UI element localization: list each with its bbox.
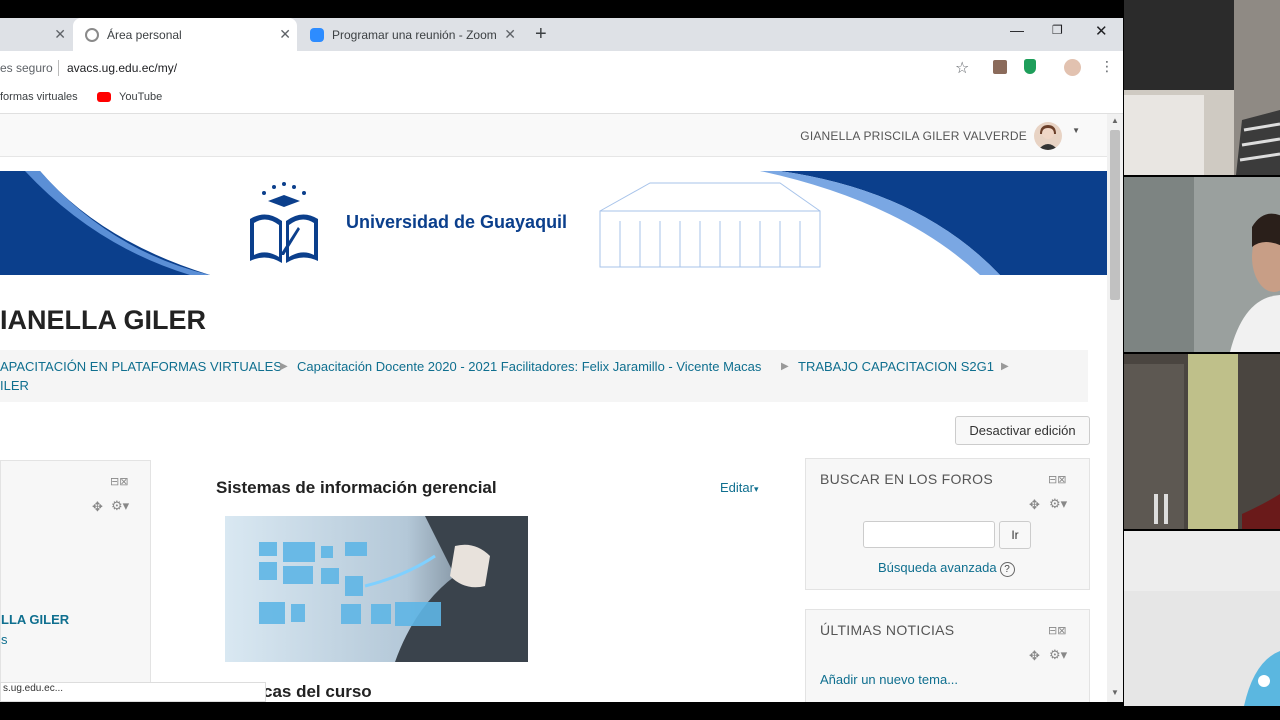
move-icon[interactable]: ✥ xyxy=(92,499,103,515)
caret-down-icon[interactable]: ▼ xyxy=(1072,126,1080,135)
address-bar[interactable]: es seguro avacs.ug.edu.ec/my/ ☆ ⋮ xyxy=(0,51,1123,85)
scroll-up-icon[interactable]: ▲ xyxy=(1111,116,1119,125)
university-banner: Universidad de Guayaquil xyxy=(0,171,1107,275)
video-tile-participant-1[interactable] xyxy=(1124,0,1280,175)
url-text[interactable]: avacs.ug.edu.ec/my/ xyxy=(67,61,177,75)
turn-editing-off-button[interactable]: Desactivar edición xyxy=(955,416,1090,445)
advanced-search-link[interactable]: Búsqueda avanzada? xyxy=(878,560,1015,577)
close-icon[interactable]: ✕ xyxy=(279,26,291,43)
scroll-down-icon[interactable]: ▼ xyxy=(1111,688,1119,697)
gear-icon[interactable]: ⚙▾ xyxy=(111,498,129,514)
latest-news-block: ÚLTIMAS NOTICIAS ⊟⊠ ✥ ⚙▾ Añadir un nuevo… xyxy=(805,609,1090,702)
user-avatar[interactable] xyxy=(1034,122,1062,150)
breadcrumb-item-category[interactable]: APACITACIÓN EN PLATAFORMAS VIRTUALES xyxy=(0,359,282,374)
left-block-extra[interactable]: s xyxy=(1,632,8,647)
forum-search-button[interactable]: Ir xyxy=(999,521,1031,549)
menu-kebab-icon[interactable]: ⋮ xyxy=(1100,58,1114,75)
tab-area-personal[interactable]: Área personal ✕ xyxy=(73,18,297,51)
security-indicator[interactable]: es seguro xyxy=(0,61,53,75)
extension-pdf-icon[interactable] xyxy=(993,60,1007,74)
youtube-icon xyxy=(97,92,111,102)
bookmark-youtube[interactable]: YouTube xyxy=(119,91,162,103)
breadcrumb-item-user[interactable]: ILER xyxy=(0,378,29,393)
advanced-search-label: Búsqueda avanzada xyxy=(878,560,997,575)
tab-zoom[interactable]: Programar una reunión - Zoom ✕ xyxy=(300,18,522,51)
university-name: Universidad de Guayaquil xyxy=(346,212,568,232)
breadcrumb-arrow-icon: ▶ xyxy=(280,361,288,372)
tab-label: Programar una reunión - Zoom xyxy=(332,27,497,42)
search-forums-block: BUSCAR EN LOS FOROS ⊟⊠ ✥ ⚙▾ Ir Búsqueda … xyxy=(805,458,1090,590)
edit-menu[interactable]: Editar▾ xyxy=(720,480,759,495)
profile-avatar-icon[interactable] xyxy=(1064,59,1081,76)
minimize-icon[interactable]: — xyxy=(1010,22,1024,38)
screen-bottom-bar xyxy=(0,702,1123,720)
bookmarks-bar: formas virtuales YouTube xyxy=(0,85,1123,114)
block-collapse-icon[interactable]: ⊟⊠ xyxy=(110,475,128,488)
video-call-panel xyxy=(1123,0,1280,720)
block-title: BUSCAR EN LOS FOROS xyxy=(820,471,993,487)
breadcrumb: APACITACIÓN EN PLATAFORMAS VIRTUALES ▶ C… xyxy=(0,350,1088,402)
restore-icon[interactable]: ❐ xyxy=(1052,23,1063,37)
forum-search-input[interactable] xyxy=(863,521,995,548)
tab-label: Área personal xyxy=(107,27,182,42)
course-section-heading: cas del curso xyxy=(263,682,372,701)
browser-window: ✕ Área personal ✕ Programar una reunión … xyxy=(0,0,1123,720)
scrollbar-thumb[interactable] xyxy=(1110,130,1120,300)
video-tile-participant-3[interactable] xyxy=(1124,354,1280,529)
zoom-favicon-icon xyxy=(310,27,324,42)
course-title[interactable]: Sistemas de información gerencial xyxy=(216,478,497,498)
help-icon[interactable]: ? xyxy=(999,562,1015,577)
page-scrollbar[interactable]: ▲ ▼ xyxy=(1107,114,1123,702)
tab-previous[interactable]: ✕ xyxy=(0,18,72,51)
breadcrumb-item-course[interactable]: Capacitación Docente 2020 - 2021 Facilit… xyxy=(297,359,761,374)
status-url-bubble: s.ug.edu.ec... xyxy=(0,682,266,702)
video-tile-participant-2[interactable] xyxy=(1124,177,1280,352)
block-collapse-icon[interactable]: ⊟⊠ xyxy=(1048,473,1066,486)
moodle-favicon-icon xyxy=(85,27,99,42)
close-icon[interactable]: ✕ xyxy=(504,26,516,43)
bookmark-plataformas[interactable]: formas virtuales xyxy=(0,91,78,103)
star-icon[interactable]: ☆ xyxy=(955,58,969,78)
close-icon[interactable]: ✕ xyxy=(54,26,66,43)
divider xyxy=(58,60,59,76)
left-block: ⊟⊠ ✥ ⚙▾ LLA GILER s xyxy=(0,460,151,702)
left-block-user-link[interactable]: LLA GILER xyxy=(1,612,69,627)
page-title: IANELLA GILER xyxy=(0,305,206,335)
gear-icon[interactable]: ⚙▾ xyxy=(1049,496,1067,512)
add-new-topic-link[interactable]: Añadir un nuevo tema... xyxy=(820,672,958,687)
extension-shield-icon[interactable] xyxy=(1024,59,1036,74)
web-page: GIANELLA PRISCILA GILER VALVERDE ▼ Unive… xyxy=(0,114,1107,702)
close-window-icon[interactable]: ✕ xyxy=(1095,22,1108,40)
block-title: ÚLTIMAS NOTICIAS xyxy=(820,622,955,638)
new-tab-button[interactable]: + xyxy=(535,18,547,51)
course-image[interactable] xyxy=(225,516,528,662)
user-menu-name[interactable]: GIANELLA PRISCILA GILER VALVERDE xyxy=(800,129,1027,143)
move-icon[interactable]: ✥ xyxy=(1029,648,1040,664)
edit-menu-label: Editar xyxy=(720,480,754,495)
user-bar: GIANELLA PRISCILA GILER VALVERDE ▼ xyxy=(0,114,1107,157)
university-logo-icon xyxy=(250,182,318,263)
block-collapse-icon[interactable]: ⊟⊠ xyxy=(1048,624,1066,637)
tab-strip: ✕ Área personal ✕ Programar una reunión … xyxy=(0,18,1123,51)
breadcrumb-item-group[interactable]: TRABAJO CAPACITACION S2G1 xyxy=(798,359,994,374)
video-tile-participant-4[interactable] xyxy=(1124,531,1280,706)
move-icon[interactable]: ✥ xyxy=(1029,497,1040,513)
breadcrumb-arrow-icon: ▶ xyxy=(781,361,789,372)
breadcrumb-arrow-icon: ▶ xyxy=(1001,361,1009,372)
caret-down-icon: ▾ xyxy=(753,484,759,494)
screen-top-bar xyxy=(0,0,1123,18)
gear-icon[interactable]: ⚙▾ xyxy=(1049,647,1067,663)
